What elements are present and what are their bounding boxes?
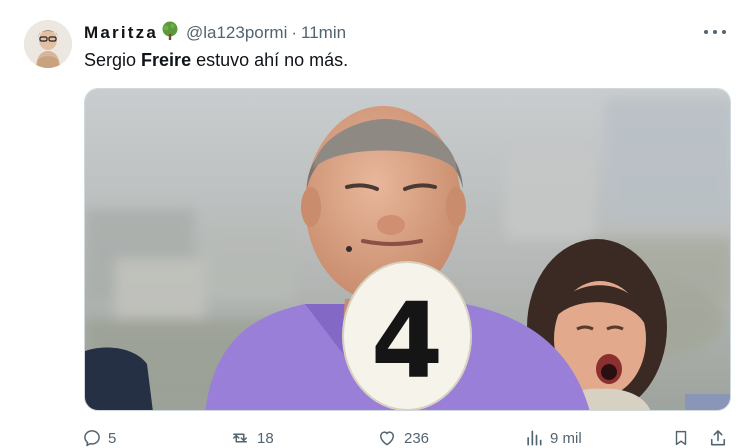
more-dot [722, 30, 726, 34]
paddle-number: 4 [371, 280, 443, 402]
heart-icon [376, 428, 398, 448]
like-button[interactable]: 236 [376, 428, 429, 448]
more-icon[interactable] [704, 24, 726, 40]
separator-dot: · [291, 23, 298, 42]
tree-emoji [160, 21, 180, 46]
share-icon [708, 428, 728, 448]
timestamp[interactable]: 11min [301, 23, 346, 43]
more-dot [704, 30, 708, 34]
reply-icon [82, 428, 102, 448]
tweet-text: Sergio Freire estuvo ahí no más. [84, 49, 348, 71]
tweet-text-part: estuvo ahí no más. [191, 50, 349, 70]
tweet[interactable]: Maritza @la123pormi · 11min Sergio Freir… [0, 0, 738, 448]
retweet-button[interactable]: 18 [229, 428, 274, 448]
user-handle[interactable]: @la123pormi [186, 23, 287, 43]
views-icon [524, 428, 544, 448]
tweet-photo[interactable]: 4 [84, 88, 731, 411]
views-count: 9 mil [550, 429, 582, 447]
action-bar: 5 18 236 9 mil [82, 428, 732, 448]
share-button[interactable] [708, 428, 728, 448]
retweet-count: 18 [257, 429, 274, 447]
reply-button[interactable]: 5 [82, 428, 116, 448]
more-dot [713, 30, 717, 34]
tweet-text-part: Sergio [84, 50, 142, 70]
like-count: 236 [404, 429, 430, 447]
reply-count: 5 [108, 429, 117, 447]
avatar[interactable] [24, 20, 72, 68]
bookmark-button[interactable] [672, 428, 690, 448]
views-button[interactable]: 9 mil [524, 428, 582, 448]
retweet-icon [229, 428, 251, 448]
display-name[interactable]: Maritza [84, 23, 158, 43]
tweet-text-bold: Freire [141, 50, 192, 70]
bookmark-icon [672, 428, 690, 448]
tweet-header: Maritza @la123pormi · 11min [84, 21, 346, 46]
